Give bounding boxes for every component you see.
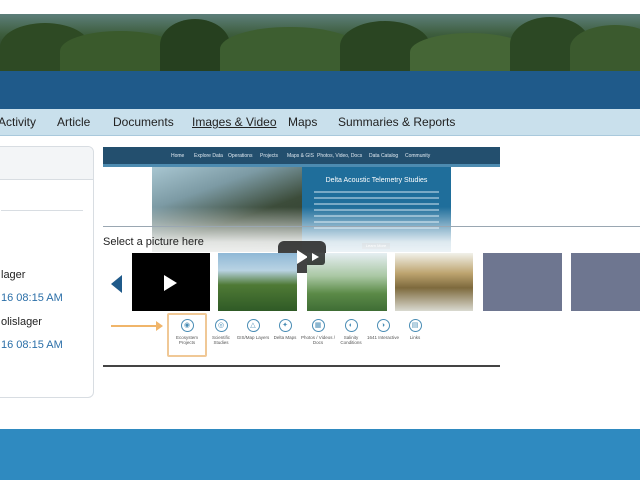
contributor-timestamp[interactable]: 16 08:15 AM	[1, 292, 63, 304]
video-site-nav: Home Explore Data Operations Projects Ma…	[103, 147, 500, 164]
image-thumbnail[interactable]	[218, 253, 297, 311]
video-nav-item: Operations	[228, 153, 253, 159]
video-nav-item: Data Catalog	[369, 153, 399, 159]
tab-images-video[interactable]: Images & Video	[192, 115, 277, 129]
image-thumbnail[interactable]	[483, 253, 562, 311]
interactive-icon: ◑ 1641 Interactive	[366, 319, 400, 340]
play-icon	[307, 253, 325, 265]
video-hero-title: Delta Acoustic Telemetry Studies	[325, 177, 428, 184]
video-hero-text-line	[314, 191, 439, 193]
sidebar-panel: lager 16 08:15 AM olislager 16 08:15 AM	[0, 146, 94, 398]
video-thumbnail[interactable]	[132, 253, 210, 311]
contributor-name[interactable]: lager	[1, 269, 25, 281]
salinity-conditions-icon: ◐ Salinity Conditions	[334, 319, 368, 345]
top-margin	[0, 0, 640, 14]
tab-maps[interactable]: Maps	[288, 115, 317, 129]
video-nav-item: Home	[171, 153, 185, 159]
video-nav-item: Projects	[260, 153, 279, 159]
play-icon	[164, 275, 177, 291]
contributor-timestamp[interactable]: 16 08:15 AM	[1, 339, 63, 351]
ecosystem-projects-icon: ◉ Ecosystem Projects	[170, 319, 204, 345]
image-thumbnail[interactable]	[307, 253, 387, 311]
video-player[interactable]: Home Explore Data Operations Projects Ma…	[103, 147, 500, 369]
photos-videos-docs-icon: ▦ Photos / Videos / Docs	[301, 319, 335, 345]
video-hero-text-line	[314, 197, 439, 199]
contributor-name[interactable]: olislager	[1, 316, 42, 328]
carousel-prev-arrow-icon[interactable]	[111, 275, 122, 293]
tab-article[interactable]: Article	[57, 115, 90, 129]
video-progress-track[interactable]	[103, 365, 500, 367]
section-tabs: Activity Article Documents Images & Vide…	[0, 109, 640, 136]
links-icon: ▤ Links	[398, 319, 432, 340]
video-nav-item: Photos, Video, Docs	[317, 153, 363, 159]
divider	[1, 210, 83, 211]
video-nav-item: Community	[405, 153, 431, 159]
image-thumbnail[interactable]	[395, 253, 473, 311]
footer-bar	[0, 429, 640, 480]
gis-map-layers-icon: △ GIS/Map Layers	[236, 319, 270, 340]
image-thumbnail[interactable]	[571, 253, 640, 311]
sidebar-panel-header	[0, 147, 93, 180]
pointer-arrow-icon	[111, 321, 163, 331]
video-select-prompt: Select a picture here	[103, 236, 204, 248]
tab-activity[interactable]: Activity	[0, 115, 36, 129]
video-hero-text-line	[314, 203, 439, 205]
tab-summaries-reports[interactable]: Summaries & Reports	[338, 115, 455, 129]
header-banner-image	[0, 14, 640, 71]
tab-documents[interactable]: Documents	[113, 115, 174, 129]
header-bar	[0, 71, 640, 109]
scientific-studies-icon: ◎ Scientific Studies	[204, 319, 238, 345]
delta-maps-icon: ✦ Delta Maps	[268, 319, 302, 340]
overlay-divider	[103, 226, 640, 227]
video-nav-item: Maps & GIS	[287, 153, 314, 159]
video-nav-item: Explore Data	[194, 153, 223, 159]
